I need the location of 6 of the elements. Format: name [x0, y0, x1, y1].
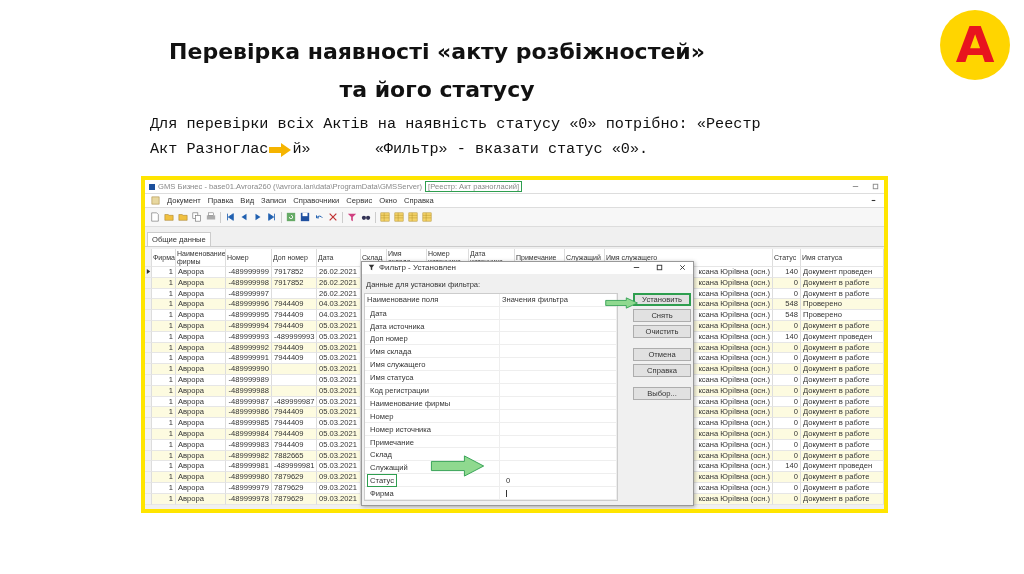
instruction-text: «Фильтр» - вказати статус «0».: [374, 139, 649, 160]
instruction-text: й»: [292, 139, 311, 160]
slide-title: Перевірка наявності «акту розбіжностей» та його статусу: [168, 38, 706, 104]
logo: A: [940, 10, 1010, 80]
instruction-text: Акт Разноглас: [150, 139, 269, 160]
instruction-text: Для перевірки всіх Актів на наявність статусу «0» потрібно: «Реестр: [150, 114, 762, 135]
